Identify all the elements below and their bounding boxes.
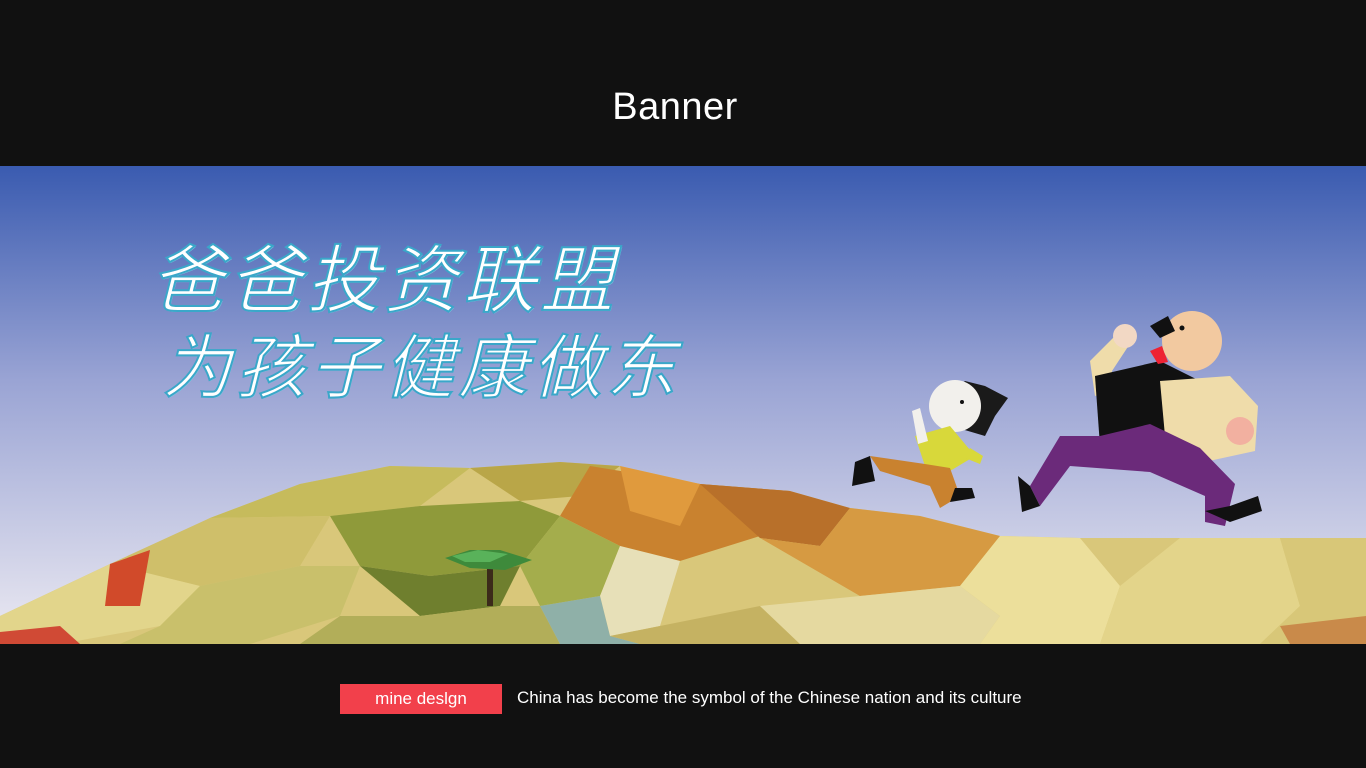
headline: 爸爸投资联盟 为孩子健康做东	[149, 236, 680, 410]
header: Banner	[0, 0, 1366, 166]
page-title: Banner	[612, 86, 738, 128]
headline-line-1: 爸爸投资联盟	[149, 237, 618, 325]
headline-line-2: 为孩子健康做东	[161, 326, 680, 410]
footer: mine deslgn China has become the symbol …	[0, 644, 1366, 768]
caption-text: China has become the symbol of the Chine…	[517, 688, 1022, 707]
design-tag: mine deslgn	[340, 684, 502, 714]
banner-image: 爸爸投资联盟 为孩子健康做东	[0, 166, 1366, 644]
